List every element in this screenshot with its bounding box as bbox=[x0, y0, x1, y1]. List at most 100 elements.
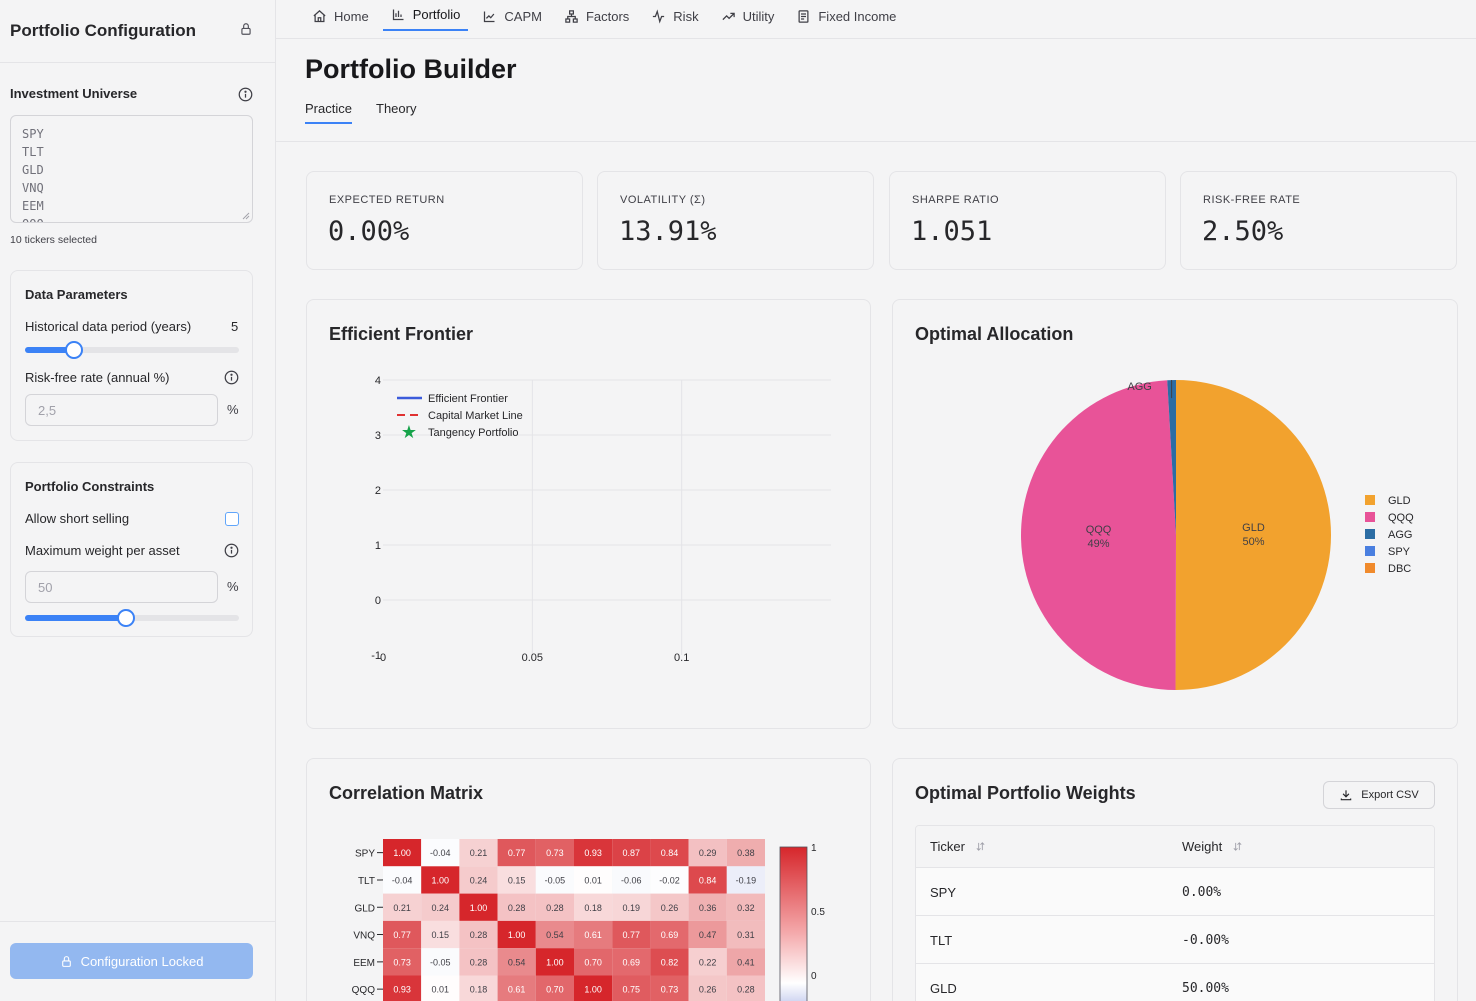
heatmap-cell-value: 0.93 bbox=[584, 848, 602, 858]
heatmap-cell-value: 1.00 bbox=[546, 957, 564, 967]
heatmap-cell-value: -0.05 bbox=[430, 957, 451, 967]
heatmap-cell-value: 0.75 bbox=[623, 985, 641, 995]
data-parameters-title: Data Parameters bbox=[25, 287, 128, 302]
heatmap-cell-value: 0.73 bbox=[546, 848, 564, 858]
document-icon bbox=[798, 9, 809, 23]
efficient-frontier-chart[interactable]: -1012340 0.05 0.1★Efficient FrontierCapita… bbox=[307, 300, 871, 729]
short-selling-checkbox[interactable] bbox=[225, 512, 239, 526]
table-row[interactable]: GLD 50.00% bbox=[916, 964, 1434, 1001]
heatmap-cell-value: 0.87 bbox=[623, 848, 641, 858]
heatmap-cell-value: 0.61 bbox=[508, 985, 526, 995]
x-tick-label: 0.05 bbox=[522, 652, 543, 664]
history-slider[interactable] bbox=[25, 341, 239, 359]
heatmap-row-label: VNQ bbox=[353, 931, 375, 942]
heatmap-cell-value: 0.70 bbox=[584, 957, 602, 967]
configuration-locked-button[interactable]: Configuration Locked bbox=[10, 943, 253, 979]
max-weight-slider[interactable] bbox=[25, 609, 239, 627]
info-icon[interactable] bbox=[224, 370, 239, 390]
heatmap-cell-value: 0.21 bbox=[393, 903, 411, 913]
rf-pct-label: % bbox=[227, 402, 239, 417]
ticker-line: QQQ bbox=[22, 215, 241, 222]
heatmap-cell-value: 0.29 bbox=[699, 848, 717, 858]
tab-practice[interactable]: Practice bbox=[305, 101, 352, 124]
rf-input[interactable]: 2,5 bbox=[25, 394, 218, 426]
legend-label: Tangency Portfolio bbox=[428, 427, 519, 439]
table-row[interactable]: SPY 0.00% bbox=[916, 868, 1434, 916]
line-chart-icon bbox=[484, 11, 495, 22]
metric-value: 2.50% bbox=[1202, 216, 1284, 247]
heatmap-cell-value: 0.47 bbox=[699, 930, 717, 940]
metric-card-sharpe-ratio: SHARPE RATIO 1.051 bbox=[889, 171, 1166, 270]
tab-theory[interactable]: Theory bbox=[376, 101, 416, 116]
legend-label: QQQ bbox=[1388, 512, 1414, 524]
max-weight-slider-thumb[interactable] bbox=[116, 609, 135, 627]
max-weight-slider-fill bbox=[25, 615, 126, 621]
max-weight-pct-label: % bbox=[227, 579, 239, 594]
optimal-allocation-panel: Optimal Allocation GLD 50% QQQ 49% AGG GLD QQQ… bbox=[892, 299, 1458, 729]
tab-utility[interactable]: Utility bbox=[713, 0, 783, 32]
metric-card-volatility: VOLATILITY (Σ) 13.91% bbox=[597, 171, 874, 270]
resize-grip-icon[interactable] bbox=[242, 212, 250, 220]
allocation-pie-chart[interactable]: GLD 50% QQQ 49% AGG GLD QQQ AGG SPY DBC bbox=[893, 300, 1458, 729]
column-header-ticker[interactable]: Ticker bbox=[930, 839, 986, 854]
correlation-heatmap[interactable]: SPY 1.00 -0.04 0.21 0.77 0.73 0.93 0.87 0.84 0.29… bbox=[307, 759, 871, 1001]
heatmap-cell-value: 0.69 bbox=[623, 957, 641, 967]
x-tick-label: 0.1 bbox=[674, 652, 689, 664]
heatmap-cell-value: 0.73 bbox=[393, 957, 411, 967]
y-tick-label: 0 bbox=[375, 595, 381, 607]
tickers-textarea[interactable]: SPY TLT GLD VNQ EEM QQQ bbox=[10, 115, 253, 223]
page-header: Portfolio Builder Practice Theory bbox=[276, 39, 1476, 142]
rf-label: Risk-free rate (annual %) bbox=[25, 370, 170, 385]
legend-label: SPY bbox=[1388, 546, 1411, 558]
heatmap-cell-value: -0.19 bbox=[736, 875, 757, 885]
nav-item-label: Factors bbox=[585, 8, 630, 24]
heatmap-cell-value: 0.28 bbox=[508, 903, 526, 913]
tab-capm[interactable]: CAPM bbox=[474, 0, 550, 32]
heatmap-row-label: SPY bbox=[355, 849, 375, 860]
page-title: Portfolio Builder bbox=[305, 54, 517, 84]
tab-fixed-income[interactable]: Fixed Income bbox=[788, 0, 904, 32]
heatmap-cell-value: 0.54 bbox=[508, 957, 526, 967]
column-header-weight[interactable]: Weight bbox=[1182, 839, 1243, 854]
legend-label: AGG bbox=[1388, 529, 1412, 541]
table-row[interactable]: TLT -0.00% bbox=[916, 916, 1434, 964]
heatmap-cell-value: 0.28 bbox=[470, 930, 488, 940]
pie-slice-gld[interactable] bbox=[1175, 380, 1332, 690]
heatmap-cell-value: 1.00 bbox=[432, 875, 450, 885]
history-value: 5 bbox=[231, 319, 239, 334]
constraints-card: Portfolio Constraints Allow short sellin… bbox=[10, 462, 253, 637]
heatmap-cell-value: 0.26 bbox=[699, 985, 717, 995]
y-tick-label: 3 bbox=[375, 430, 381, 442]
history-slider-thumb[interactable] bbox=[65, 341, 84, 359]
tab-home[interactable]: Home bbox=[304, 0, 377, 32]
tab-portfolio[interactable]: Portfolio bbox=[382, 0, 469, 31]
x-tick-label: 0 bbox=[380, 652, 386, 664]
ticker-line: GLD bbox=[22, 163, 44, 177]
tab-risk[interactable]: Risk bbox=[643, 0, 706, 32]
max-weight-input[interactable]: 50 bbox=[25, 571, 218, 603]
activity-icon bbox=[653, 8, 665, 24]
nav-item-label: Portfolio bbox=[412, 7, 461, 22]
colorbar-tick-label: 0.5 bbox=[811, 907, 825, 918]
heatmap-cell-value: 1.00 bbox=[508, 930, 526, 940]
export-csv-button[interactable]: Export CSV bbox=[1323, 781, 1435, 809]
efficient-frontier-panel: Efficient Frontier -1 0 1 2 3 4 0 0.05 0.1 ★ Effic… bbox=[306, 299, 871, 729]
export-csv-label: Export CSV bbox=[1361, 789, 1419, 801]
heatmap-cell-value: 0.31 bbox=[737, 930, 755, 940]
heatmap-cell-value: 0.69 bbox=[661, 930, 679, 940]
legend-label: Efficient Frontier bbox=[428, 393, 508, 405]
legend-swatch bbox=[1365, 512, 1375, 522]
metric-label: RISK-FREE RATE bbox=[1203, 194, 1301, 206]
tab-factors[interactable]: Factors bbox=[556, 0, 637, 32]
heatmap-cell-value: 0.93 bbox=[393, 985, 411, 995]
colorbar-tick-label: 1 bbox=[811, 843, 817, 854]
info-icon[interactable] bbox=[238, 87, 253, 107]
metric-value: 1.051 bbox=[911, 216, 993, 247]
metric-label: VOLATILITY (Σ) bbox=[620, 194, 706, 206]
heatmap-cell-value: 0.77 bbox=[508, 848, 526, 858]
info-icon[interactable] bbox=[224, 543, 239, 563]
heatmap-cell-value: 0.84 bbox=[661, 848, 679, 858]
heatmap-cell-value: 0.28 bbox=[737, 985, 755, 995]
weights-table-header: Ticker Weight bbox=[916, 826, 1434, 868]
weight-cell: -0.00% bbox=[1182, 933, 1229, 948]
